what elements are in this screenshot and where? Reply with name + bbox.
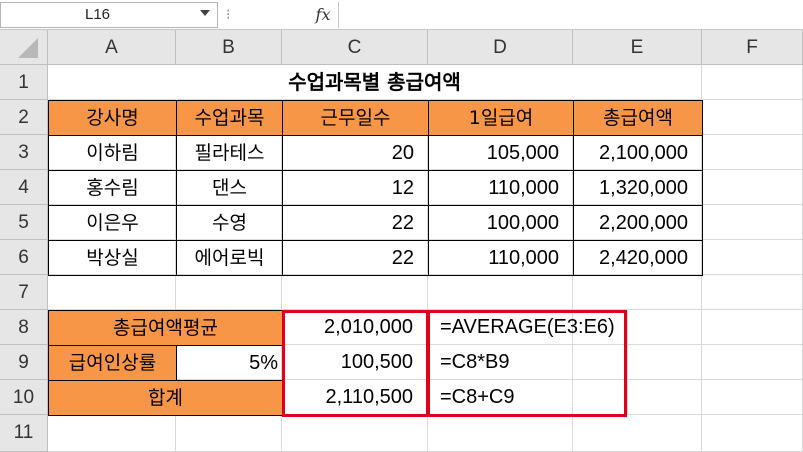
raise-rate-label[interactable]: 급여인상률 xyxy=(48,345,177,381)
formula-input[interactable] xyxy=(338,2,803,28)
header-workdays[interactable]: 근무일수 xyxy=(282,100,429,136)
row-header-10[interactable]: 10 xyxy=(0,380,48,415)
chevron-down-icon[interactable] xyxy=(200,10,210,16)
row-header-7[interactable]: 7 xyxy=(0,275,48,310)
raise-formula[interactable]: =C8*B9 xyxy=(428,345,628,380)
formula-bar: L16 ⁝ fx xyxy=(0,0,803,30)
column-header-f[interactable]: F xyxy=(702,30,803,65)
select-all-corner[interactable] xyxy=(0,30,48,65)
cell-subject[interactable]: 수영 xyxy=(176,205,283,241)
header-instructor[interactable]: 강사명 xyxy=(48,100,177,136)
cell-f1[interactable] xyxy=(702,65,803,100)
cell-workdays[interactable]: 20 xyxy=(282,135,429,171)
select-all-icon xyxy=(18,38,38,58)
row-header-11[interactable]: 11 xyxy=(0,415,48,452)
cell-instructor[interactable]: 이하림 xyxy=(48,135,177,171)
row-header-8[interactable]: 8 xyxy=(0,310,48,345)
empty-cell[interactable] xyxy=(282,275,428,310)
column-header-e[interactable]: E xyxy=(573,30,702,65)
header-daily-pay[interactable]: 1일급여 xyxy=(428,100,574,136)
header-total-pay[interactable]: 총급여액 xyxy=(573,100,703,136)
empty-cell[interactable] xyxy=(428,275,573,310)
raise-rate-value[interactable]: 5% xyxy=(176,345,283,381)
cell-daily-pay[interactable]: 110,000 xyxy=(428,240,574,276)
empty-cell[interactable] xyxy=(702,240,803,275)
resize-grip-icon[interactable]: ⁝ xyxy=(226,6,238,24)
empty-cell[interactable] xyxy=(702,310,803,345)
average-formula[interactable]: =AVERAGE(E3:E6) xyxy=(428,310,628,345)
empty-cell[interactable] xyxy=(702,415,803,452)
average-label[interactable]: 총급여액평균 xyxy=(48,310,283,346)
cell-subject[interactable]: 댄스 xyxy=(176,170,283,206)
row-header-3[interactable]: 3 xyxy=(0,135,48,170)
empty-cell[interactable] xyxy=(48,415,176,452)
raise-value[interactable]: 100,500 xyxy=(282,345,428,380)
cell-daily-pay[interactable]: 110,000 xyxy=(428,170,574,206)
empty-cell[interactable] xyxy=(702,345,803,380)
empty-cell[interactable] xyxy=(176,415,282,452)
cell-workdays[interactable]: 22 xyxy=(282,205,429,241)
empty-cell[interactable] xyxy=(702,170,803,205)
empty-cell[interactable] xyxy=(702,380,803,415)
name-box[interactable]: L16 xyxy=(0,2,218,28)
empty-cell[interactable] xyxy=(702,275,803,310)
column-header-b[interactable]: B xyxy=(176,30,282,65)
cell-total-pay[interactable]: 1,320,000 xyxy=(573,170,703,206)
sum-value[interactable]: 2,110,500 xyxy=(282,380,428,415)
empty-cell[interactable] xyxy=(573,275,702,310)
cell-daily-pay[interactable]: 105,000 xyxy=(428,135,574,171)
cell-daily-pay[interactable]: 100,000 xyxy=(428,205,574,241)
column-header-c[interactable]: C xyxy=(282,30,428,65)
row-header-1[interactable]: 1 xyxy=(0,65,48,100)
column-header-a[interactable]: A xyxy=(48,30,176,65)
spreadsheet-grid: A B C D E F 1 2 3 4 5 6 7 8 9 10 11 수업과목… xyxy=(0,30,803,452)
header-subject[interactable]: 수업과목 xyxy=(176,100,283,136)
cell-instructor[interactable]: 이은우 xyxy=(48,205,177,241)
empty-cell[interactable] xyxy=(282,415,428,452)
empty-cell[interactable] xyxy=(48,275,176,310)
sheet-title[interactable]: 수업과목별 총급여액 xyxy=(48,65,702,100)
cell-instructor[interactable]: 박상실 xyxy=(48,240,177,276)
cell-workdays[interactable]: 22 xyxy=(282,240,429,276)
insert-function-icon[interactable]: fx xyxy=(311,3,335,27)
empty-cell[interactable] xyxy=(702,205,803,240)
column-header-d[interactable]: D xyxy=(428,30,573,65)
row-header-6[interactable]: 6 xyxy=(0,240,48,275)
cell-subject[interactable]: 필라테스 xyxy=(176,135,283,171)
row-header-9[interactable]: 9 xyxy=(0,345,48,380)
cell-instructor[interactable]: 홍수림 xyxy=(48,170,177,206)
row-header-4[interactable]: 4 xyxy=(0,170,48,205)
cell-total-pay[interactable]: 2,420,000 xyxy=(573,240,703,276)
row-header-5[interactable]: 5 xyxy=(0,205,48,240)
row-header-2[interactable]: 2 xyxy=(0,100,48,135)
cell-workdays[interactable]: 12 xyxy=(282,170,429,206)
empty-cell[interactable] xyxy=(573,415,702,452)
empty-cell[interactable] xyxy=(702,135,803,170)
empty-cell[interactable] xyxy=(428,415,573,452)
sum-label[interactable]: 합계 xyxy=(48,380,283,416)
sum-formula[interactable]: =C8+C9 xyxy=(428,380,628,415)
cell-subject[interactable]: 에어로빅 xyxy=(176,240,283,276)
cell-total-pay[interactable]: 2,200,000 xyxy=(573,205,703,241)
average-value[interactable]: 2,010,000 xyxy=(282,310,428,345)
empty-cell[interactable] xyxy=(702,100,803,135)
empty-cell[interactable] xyxy=(176,275,282,310)
cell-total-pay[interactable]: 2,100,000 xyxy=(573,135,703,171)
